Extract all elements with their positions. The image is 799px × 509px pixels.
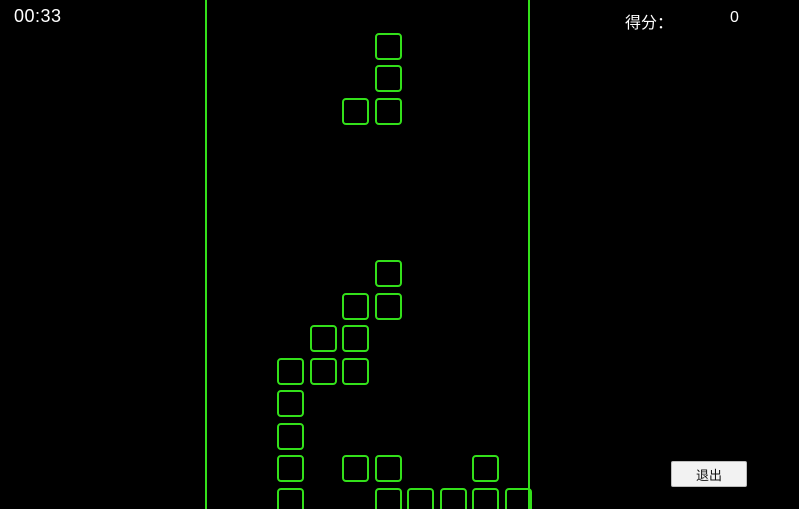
settled-block xyxy=(309,357,337,385)
exit-button[interactable]: 退出 xyxy=(671,461,747,487)
settled-block xyxy=(472,455,499,482)
score-label: 得分： xyxy=(625,13,674,32)
settled-block xyxy=(374,260,402,287)
settled-block xyxy=(374,455,402,482)
settled-block xyxy=(407,487,434,509)
settled-block xyxy=(277,357,304,385)
falling-block xyxy=(374,65,402,92)
settled-block xyxy=(277,422,304,450)
settled-block xyxy=(504,487,532,509)
settled-block xyxy=(374,487,402,509)
settled-block xyxy=(309,325,337,352)
settled-block xyxy=(342,325,369,352)
score-value: 0 xyxy=(730,9,739,26)
settled-block xyxy=(342,357,369,385)
settled-block xyxy=(277,487,304,509)
falling-block xyxy=(342,97,369,125)
settled-block xyxy=(472,487,499,509)
settled-block xyxy=(374,292,402,320)
settled-block xyxy=(277,455,304,482)
falling-block xyxy=(374,97,402,125)
settled-block xyxy=(342,292,369,320)
settled-block xyxy=(277,390,304,417)
elapsed-timer: 00:33 xyxy=(14,6,62,26)
game-screen: 00:33 得分： 0 退出 xyxy=(0,0,799,509)
settled-block xyxy=(439,487,467,509)
settled-block xyxy=(342,455,369,482)
playfield[interactable] xyxy=(205,0,532,509)
falling-block xyxy=(374,32,402,60)
